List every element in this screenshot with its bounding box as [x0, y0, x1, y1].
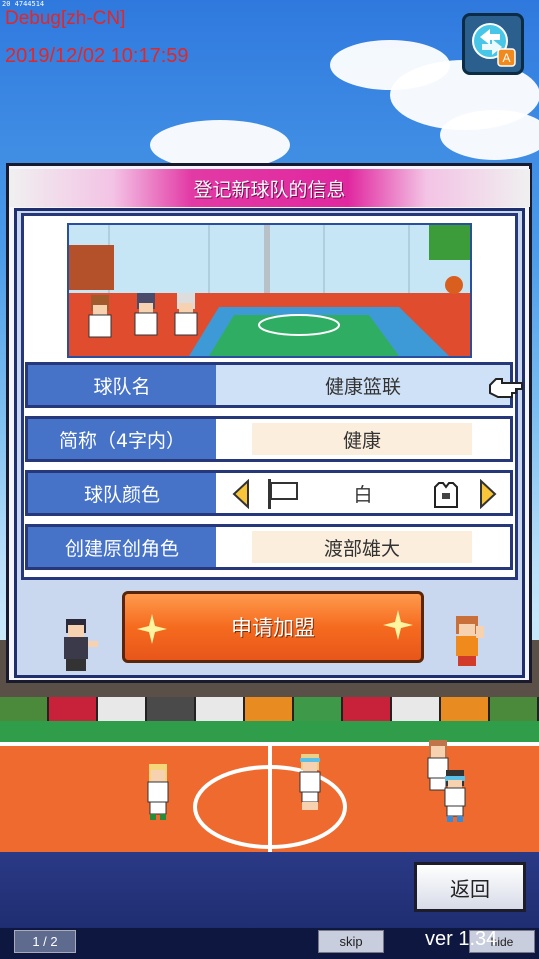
- back-button[interactable]: 返回: [414, 862, 526, 912]
- jersey-icon: [434, 482, 458, 508]
- player-sprite: [444, 770, 466, 822]
- player-sprite: [299, 754, 321, 810]
- original-character-field[interactable]: 渡部雄大: [252, 531, 472, 563]
- player-sprite: [147, 764, 169, 820]
- arrow-left-icon[interactable]: [232, 479, 250, 509]
- short-name-row: 简称（4字内） 健康: [25, 416, 513, 462]
- dialog-header: 登记新球队的信息: [9, 169, 530, 207]
- back-label: 返回: [450, 876, 490, 901]
- debug-build-id: 20 4744514: [2, 0, 45, 8]
- svg-text:A: A: [502, 51, 510, 65]
- dialog-title: 登记新球队的信息: [193, 178, 346, 201]
- team-preview-image: [67, 223, 472, 358]
- team-color-value: 白: [353, 483, 373, 506]
- flag-icon: [268, 479, 298, 509]
- sparkle-icon: [137, 614, 167, 644]
- short-name-field[interactable]: 健康: [252, 423, 472, 455]
- join-league-button[interactable]: 申请加盟: [122, 591, 424, 663]
- original-character-row: 创建原创角色 渡部雄大: [25, 524, 513, 570]
- cheerleader-sprite: [456, 616, 484, 666]
- original-character-label: 创建原创角色: [28, 527, 216, 567]
- team-color-label: 球队颜色: [28, 473, 216, 513]
- sparkle-icon: [383, 610, 413, 640]
- language-switch-button[interactable]: A: [462, 13, 524, 75]
- advertisement-banners: [0, 697, 539, 721]
- pointing-hand-icon: [489, 378, 523, 398]
- page-indicator: 1 / 2: [14, 930, 76, 953]
- short-name-label: 简称（4字内）: [28, 419, 216, 459]
- version-label: ver 1.34: [425, 928, 498, 950]
- arrow-right-icon[interactable]: [479, 479, 497, 509]
- team-name-value[interactable]: 健康篮联: [216, 369, 510, 401]
- court-illustration: [69, 225, 470, 356]
- debug-language: Debug[zh-CN]: [5, 8, 126, 29]
- debug-datetime: 2019/12/02 10:17:59: [5, 45, 189, 67]
- globe-translate-icon: A: [472, 23, 516, 67]
- cloud: [440, 110, 539, 160]
- join-league-label: 申请加盟: [231, 616, 315, 640]
- coach-sprite: [64, 619, 98, 671]
- skip-button[interactable]: skip: [318, 930, 384, 953]
- team-name-row[interactable]: 球队名 健康篮联: [25, 362, 513, 408]
- team-name-label: 球队名: [28, 365, 216, 405]
- team-color-row: 球队颜色 白: [25, 470, 513, 516]
